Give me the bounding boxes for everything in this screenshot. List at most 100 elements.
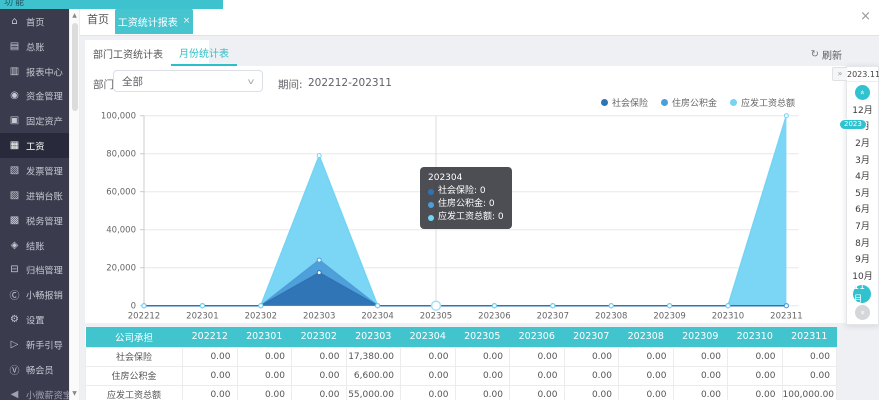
sidebar-item-小畅报销[interactable]: Ⓒ小畅报销 xyxy=(0,282,69,307)
scrollbar-down-icon[interactable]: ▼ xyxy=(70,390,79,397)
table-cell: 0.00 xyxy=(183,366,238,385)
tooltip-dot-icon xyxy=(428,215,434,221)
table-cell: 0.00 xyxy=(728,385,783,400)
month-item-7月[interactable]: 7月 xyxy=(855,217,870,234)
menu-icon: ⌂ xyxy=(7,16,22,27)
menu-icon: ▣ xyxy=(7,115,22,126)
close-icon[interactable]: × xyxy=(860,9,871,24)
table-column-header: 202308 xyxy=(619,327,674,347)
tooltip-dot-icon xyxy=(428,189,434,195)
svg-text:202308: 202308 xyxy=(595,312,627,322)
table-cell: 0.00 xyxy=(183,385,238,400)
refresh-button[interactable]: ↻ 刷新 xyxy=(811,47,842,62)
sidebar-item-报表中心[interactable]: ▥报表中心 xyxy=(0,59,69,84)
sidebar-item-结账[interactable]: ◈结账 xyxy=(0,233,69,258)
month-item-4月[interactable]: 4月 xyxy=(855,167,870,184)
tab-monthly-stats[interactable]: 月份统计表 xyxy=(171,40,237,66)
legend-item-社会保险[interactable]: 社会保险 xyxy=(601,96,648,109)
chart-tooltip: 202304 社会保险: 0住房公积金: 0应发工资总额: 0 xyxy=(420,167,512,229)
chevron-down-icon: ∨ xyxy=(246,77,255,86)
sidebar-item-畅会员[interactable]: Ⓥ畅会员 xyxy=(0,357,69,382)
svg-text:202303: 202303 xyxy=(303,312,335,322)
table-column-header: 202212 xyxy=(183,327,238,347)
month-scroll-up-button[interactable]: « xyxy=(855,85,870,100)
sidebar-item-label: 设置 xyxy=(26,313,44,327)
table-cell: 0.00 xyxy=(728,347,783,366)
table-cell: 0.00 xyxy=(237,385,292,400)
tooltip-value: 应发工资总额: 0 xyxy=(438,211,504,224)
sidebar-item-设置[interactable]: ⚙设置 xyxy=(0,307,69,332)
table-cell: 0.00 xyxy=(619,366,674,385)
sidebar-item-工资[interactable]: ▦ 工资 xyxy=(0,133,69,158)
table-cell: 0.00 xyxy=(401,366,456,385)
legend-item-应发工资总额[interactable]: 应发工资总额 xyxy=(730,96,795,109)
menu-icon: ▤ xyxy=(7,41,22,52)
sidebar-item-label: 资金管理 xyxy=(26,89,63,103)
svg-text:202301: 202301 xyxy=(186,312,218,322)
month-scroll-down-button[interactable]: « xyxy=(855,305,870,320)
table-cell: 0.00 xyxy=(673,366,728,385)
table-cell: 0.00 xyxy=(401,347,456,366)
sidebar-item-税务管理[interactable]: ▩税务管理 xyxy=(0,208,69,233)
chart-card: 020,00040,00060,00080,000100,00020221220… xyxy=(85,66,846,323)
table-row: 应发工资总额0.000.000.0055,000.000.000.000.000… xyxy=(86,385,837,400)
sidebar-item-label: 新手引导 xyxy=(26,337,63,351)
table-header-row: 公司承担202212202301202302202303202304202305… xyxy=(86,327,837,347)
svg-text:202307: 202307 xyxy=(537,312,569,322)
table-row-label: 社会保险 xyxy=(86,347,183,366)
sidebar-item-进销台账[interactable]: ▨进销台账 xyxy=(0,183,69,208)
sidebar-item-label: 发票管理 xyxy=(26,164,63,178)
sidebar-item-首页[interactable]: ⌂首页 xyxy=(0,9,69,34)
table-column-header: 公司承担 xyxy=(86,327,183,347)
dept-select[interactable]: 全部 ∨ xyxy=(113,70,263,92)
sidebar-item-固定资产[interactable]: ▣固定资产 xyxy=(0,108,69,133)
tab-department-salary[interactable]: 部门工资统计表 xyxy=(85,40,171,66)
sidebar-item-新手引导[interactable]: ▷ 新手引导 xyxy=(0,332,69,357)
table-row: 社会保险0.000.000.0017,380.000.000.000.000.0… xyxy=(86,347,837,366)
month-item-9月[interactable]: 9月 xyxy=(855,250,870,267)
sidebar-item-label: 归档管理 xyxy=(26,263,63,277)
month-item-8月[interactable]: 8月 xyxy=(855,234,870,251)
legend-label: 社会保险 xyxy=(612,96,648,109)
menu-icon: ▷ xyxy=(7,339,22,350)
legend-item-住房公积金[interactable]: 住房公积金 xyxy=(661,96,717,109)
tab-close-icon[interactable]: × xyxy=(183,16,191,26)
sidebar-item-总账[interactable]: ▤总账 xyxy=(0,34,69,59)
scrollbar-up-icon[interactable]: ▲ xyxy=(70,12,79,19)
menu-icon: ▦ xyxy=(7,140,22,151)
svg-text:40,000: 40,000 xyxy=(106,226,136,236)
tooltip-title: 202304 xyxy=(428,172,504,185)
month-item-11月[interactable]: 11月 xyxy=(853,285,871,303)
page-scrollbar[interactable]: ▲ ▼ xyxy=(69,9,80,400)
tooltip-row: 应发工资总额: 0 xyxy=(428,211,504,224)
dept-select-value: 全部 xyxy=(122,74,143,89)
tooltip-row: 社会保险: 0 xyxy=(428,185,504,198)
sidebar-item-label: 小微薪资宝 xyxy=(26,387,69,400)
sidebar-item-归档管理[interactable]: ⊟归档管理 xyxy=(0,257,69,282)
sidebar-item-小微薪资宝[interactable]: ◀小微薪资宝 xyxy=(0,382,69,400)
sidebar-item-label: 工资 xyxy=(26,139,44,153)
refresh-icon: ↻ xyxy=(811,49,819,60)
tooltip-value: 社会保险: 0 xyxy=(438,185,486,198)
month-item-3月[interactable]: 3月 xyxy=(855,151,870,168)
menu-icon: ▧ xyxy=(7,165,22,176)
tab-salary-report[interactable]: 工资统计报表 × xyxy=(115,8,193,34)
legend-dot-icon xyxy=(661,99,668,106)
month-item-2月[interactable]: 2月 xyxy=(855,134,870,151)
sidebar-item-发票管理[interactable]: ▧ 发票管理 xyxy=(0,158,69,183)
month-item-12月[interactable]: 12月 xyxy=(852,101,872,118)
month-item-5月[interactable]: 5月 xyxy=(855,184,870,201)
table-column-header: 202301 xyxy=(237,327,292,347)
tab-home[interactable]: 首页 xyxy=(87,11,109,27)
legend-label: 住房公积金 xyxy=(672,96,717,109)
month-item-10月[interactable]: 10月 xyxy=(852,267,872,284)
table-column-header: 202302 xyxy=(292,327,347,347)
table-cell: 0.00 xyxy=(728,366,783,385)
svg-text:60,000: 60,000 xyxy=(106,188,136,198)
panel-collapse-icon[interactable]: » xyxy=(832,67,847,81)
sidebar-item-资金管理[interactable]: ◉资金管理 xyxy=(0,84,69,109)
table-cell: 0.00 xyxy=(564,366,619,385)
month-item-6月[interactable]: 6月 xyxy=(855,201,870,218)
sidebar-item-label: 小畅报销 xyxy=(26,288,63,302)
scrollbar-thumb[interactable] xyxy=(72,23,78,111)
